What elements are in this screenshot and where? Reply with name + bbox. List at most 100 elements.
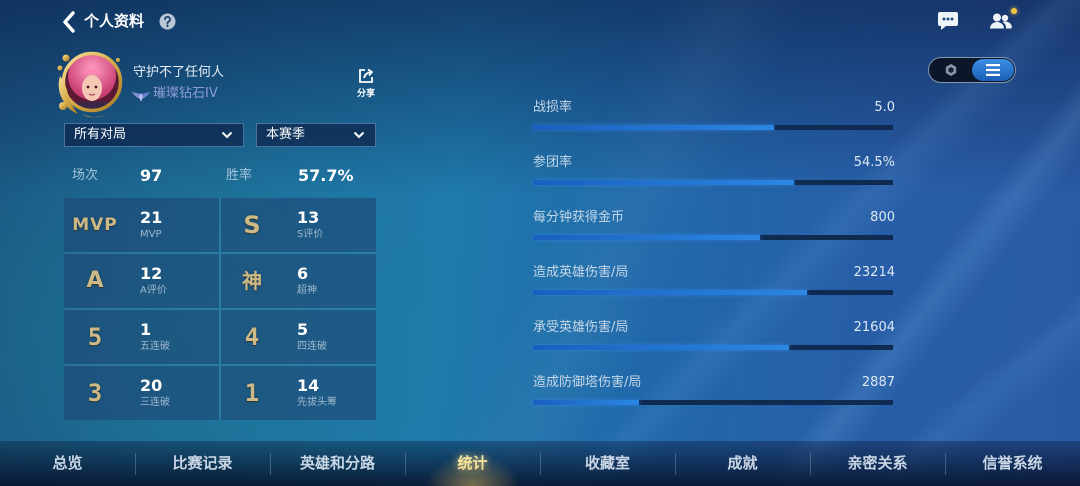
friends-icon	[990, 13, 1012, 29]
metric-row-death-ratio: 战损率 5.0	[533, 100, 895, 155]
mvp-badge: MVP	[72, 214, 118, 235]
metric-label: 造成英雄伤害/局	[533, 265, 629, 280]
metric-label: 每分钟获得金币	[533, 210, 625, 225]
metric-row-tower-damage: 造成防御塔伤害/局 2887	[533, 375, 895, 430]
stat-label: 四连破	[297, 341, 327, 352]
chat-bubble-icon	[938, 12, 958, 30]
chevron-down-icon	[221, 131, 233, 139]
metric-bar	[533, 345, 893, 350]
stat-cell-a-rating: A 12 A评价	[64, 254, 219, 308]
stat-label: 超神	[297, 285, 317, 296]
hexagon-icon	[945, 64, 957, 76]
metric-label: 参团率	[533, 155, 573, 170]
season-value: 本赛季	[266, 127, 306, 142]
metric-row-hero-damage-dealt: 造成英雄伤害/局 23214	[533, 265, 895, 320]
avatar-portrait	[57, 51, 123, 118]
chevron-down-icon	[353, 131, 365, 139]
metric-bar	[533, 290, 893, 295]
metric-value: 23214	[853, 265, 895, 280]
tab-collection[interactable]: 收藏室	[540, 441, 675, 486]
stat-cell-penta-kill: 5 1 五连破	[64, 310, 219, 364]
quadra-kill-badge: 4	[244, 323, 260, 351]
stat-label: A评价	[140, 285, 167, 296]
chat-button[interactable]	[937, 11, 959, 31]
stat-label: 先拔头筹	[297, 397, 337, 408]
winrate-label: 胜率	[226, 168, 253, 183]
metric-value: 5.0	[874, 100, 895, 115]
metric-bar	[533, 180, 893, 185]
metric-bar	[533, 125, 893, 130]
bottom-nav: 总览 比赛记录 英雄和分路 统计 收藏室 成就 亲密关系 信誉系统	[0, 441, 1080, 486]
page-title: 个人资料	[84, 12, 145, 30]
stat-cell-legendary: 神 6 超神	[221, 254, 376, 308]
stat-cell-mvp: MVP 21 MVP	[64, 198, 219, 252]
stat-value: 21	[140, 208, 163, 227]
tab-match-history[interactable]: 比赛记录	[135, 441, 270, 486]
metrics-panel: 战损率 5.0 参团率 54.5% 每分钟获得金币 800 造成英雄伤害/局 2…	[533, 100, 895, 430]
winrate-value: 57.7%	[298, 166, 354, 185]
metric-value: 21604	[853, 320, 895, 335]
games-value: 97	[140, 166, 163, 185]
stat-value: 13	[297, 208, 320, 227]
tab-relationships[interactable]: 亲密关系	[810, 441, 945, 486]
tab-heroes-lanes[interactable]: 英雄和分路	[270, 441, 405, 486]
metric-row-gold-per-minute: 每分钟获得金币 800	[533, 210, 895, 265]
s-rating-badge: S	[243, 211, 261, 239]
rank-label: 璀璨钻石IV	[153, 86, 218, 101]
player-name: 守护不了任何人	[133, 65, 225, 80]
list-icon	[986, 64, 1000, 76]
back-button[interactable]	[62, 9, 78, 35]
achievement-grid: MVP 21 MVP S 13 S评价 A 12 A评价 神 6 超神 5 1 …	[64, 198, 376, 420]
help-button[interactable]	[159, 13, 176, 30]
stat-cell-triple-kill: 3 20 三连破	[64, 366, 219, 420]
share-label: 分享	[356, 89, 375, 99]
stat-value: 20	[140, 376, 163, 395]
tab-statistics[interactable]: 统计	[405, 441, 540, 486]
stat-value: 5	[297, 320, 309, 339]
metric-row-hero-damage-taken: 承受英雄伤害/局 21604	[533, 320, 895, 375]
stat-cell-s-rating: S 13 S评价	[221, 198, 376, 252]
stat-label: MVP	[140, 229, 162, 240]
metric-label: 承受英雄伤害/局	[533, 320, 629, 335]
share-button[interactable]: 分享	[352, 68, 380, 102]
legendary-badge: 神	[242, 269, 262, 293]
match-type-dropdown[interactable]: 所有对局	[64, 123, 244, 147]
stat-cell-quadra-kill: 4 5 四连破	[221, 310, 376, 364]
metric-bar-fill	[533, 235, 760, 240]
rank-wing-icon	[131, 88, 151, 102]
question-circle-icon	[159, 13, 176, 30]
friends-button[interactable]	[989, 12, 1013, 30]
metric-bar-fill	[533, 345, 789, 350]
stat-label: S评价	[297, 229, 324, 240]
toggle-hexagon-view[interactable]	[930, 59, 972, 81]
notification-dot	[1011, 8, 1017, 14]
metric-row-teamfight-participation: 参团率 54.5%	[533, 155, 895, 210]
penta-kill-badge: 5	[87, 323, 103, 351]
stat-label: 五连破	[140, 341, 170, 352]
season-dropdown[interactable]: 本赛季	[256, 123, 376, 147]
metric-bar	[533, 235, 893, 240]
metric-label: 战损率	[533, 100, 573, 115]
stat-value: 6	[297, 264, 309, 283]
metric-bar-fill	[533, 400, 640, 405]
stat-label: 三连破	[140, 397, 170, 408]
metric-bar-fill	[533, 290, 807, 295]
stat-value: 1	[140, 320, 152, 339]
first-blood-badge: 1	[244, 379, 260, 407]
stat-value: 12	[140, 264, 163, 283]
metric-bar	[533, 400, 893, 405]
chevron-left-icon	[63, 11, 75, 33]
metric-bar-fill	[533, 180, 794, 185]
stat-cell-first-blood: 1 14 先拔头筹	[221, 366, 376, 420]
tab-credit-system[interactable]: 信誉系统	[945, 441, 1080, 486]
tab-achievements[interactable]: 成就	[675, 441, 810, 486]
toggle-list-view[interactable]	[972, 59, 1014, 81]
tab-overview[interactable]: 总览	[0, 441, 135, 486]
metric-label: 造成防御塔伤害/局	[533, 375, 642, 390]
avatar[interactable]	[54, 46, 128, 120]
a-rating-badge: A	[86, 268, 104, 293]
triple-kill-badge: 3	[87, 379, 103, 407]
metric-value: 2887	[861, 375, 895, 390]
metric-value: 800	[870, 210, 895, 225]
metric-value: 54.5%	[853, 155, 895, 170]
